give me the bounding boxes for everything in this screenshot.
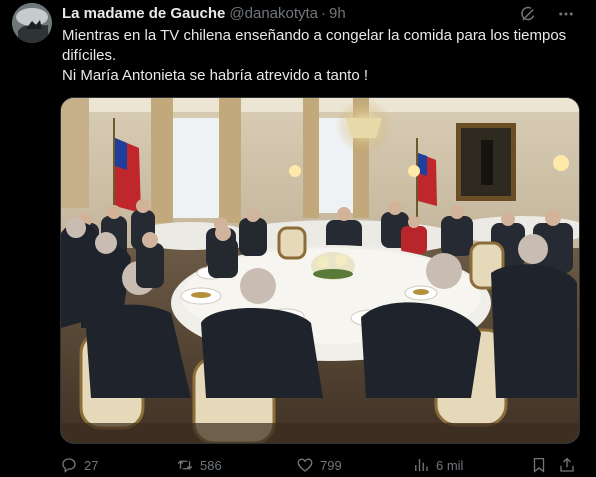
timestamp[interactable]: 9h xyxy=(329,5,346,22)
tweet-text-line-1: Mientras en la TV chilena enseñando a co… xyxy=(62,27,567,64)
tweet-photo[interactable] xyxy=(60,97,580,444)
avatar[interactable] xyxy=(12,3,52,43)
tweet-text: Mientras en la TV chilena enseñando a co… xyxy=(62,26,582,86)
tweet-actions: 27 586 799 6 mil xyxy=(60,455,580,475)
tweet-header: La madame de Gauche @danakotyta · 9h xyxy=(62,4,346,22)
share-button[interactable] xyxy=(558,456,582,474)
like-button[interactable]: 799 xyxy=(296,456,342,474)
like-count: 799 xyxy=(320,457,342,473)
reply-icon xyxy=(62,458,76,473)
bookmark-icon xyxy=(533,457,545,473)
author-handle[interactable]: @danakotyta xyxy=(229,5,318,22)
reply-count: 27 xyxy=(84,457,99,473)
author-name[interactable]: La madame de Gauche xyxy=(62,5,225,22)
views-count: 6 mil xyxy=(436,457,464,473)
retweet-icon xyxy=(177,460,193,470)
reply-button[interactable]: 27 xyxy=(60,456,98,474)
grok-icon[interactable] xyxy=(518,4,538,24)
retweet-button[interactable]: 586 xyxy=(176,456,222,474)
heart-icon xyxy=(297,458,313,472)
share-icon xyxy=(560,457,574,472)
more-icon[interactable] xyxy=(556,4,576,24)
bookmark-button[interactable] xyxy=(530,456,554,474)
banquet-photo xyxy=(61,98,579,443)
retweet-count: 586 xyxy=(200,457,222,473)
separator-dot: · xyxy=(321,4,327,22)
tweet-top-actions xyxy=(518,4,576,24)
views-icon xyxy=(415,459,428,471)
avatar-image xyxy=(12,3,52,43)
views-button[interactable]: 6 mil xyxy=(412,456,463,474)
tweet-text-line-2: Ni María Antonieta se habría atrevido a … xyxy=(62,67,369,84)
tweet: La madame de Gauche @danakotyta · 9h Mie… xyxy=(0,0,596,477)
